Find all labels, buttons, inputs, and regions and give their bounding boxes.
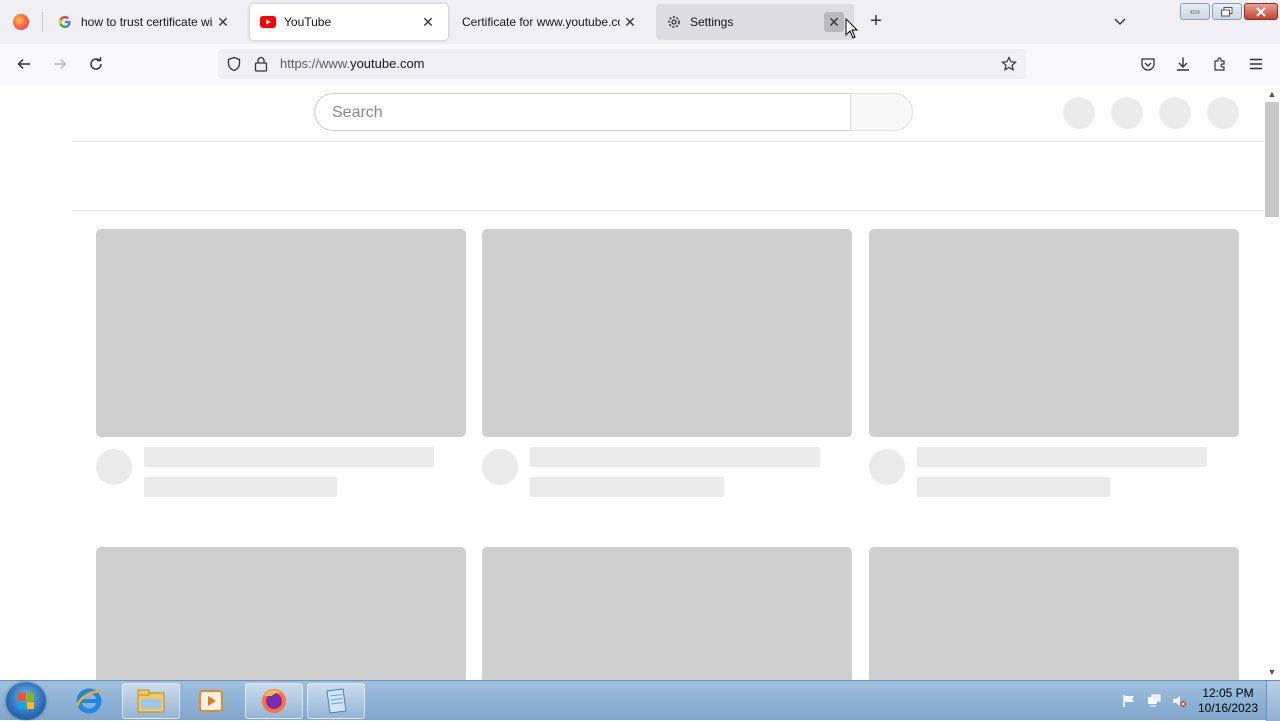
chips-divider (72, 210, 1264, 211)
tracking-protection-shield-icon[interactable] (226, 56, 242, 77)
windows-logo-icon (18, 693, 34, 709)
video-title-skeleton (144, 447, 434, 467)
header-divider (72, 141, 1264, 142)
header-icon-placeholder[interactable] (1063, 97, 1095, 129)
video-meta-skeleton (917, 477, 1110, 497)
google-g-icon (57, 14, 73, 30)
downloads-button[interactable] (1171, 52, 1195, 76)
navigation-toolbar: https://www.youtube.com (0, 44, 1280, 86)
taskbar-firefox[interactable] (245, 683, 303, 719)
reload-icon (90, 57, 102, 70)
url-text[interactable]: https://www.youtube.com (280, 56, 425, 71)
scroll-up-arrow-icon[interactable]: ▲ (1264, 86, 1280, 102)
gear-icon (666, 14, 682, 30)
channel-avatar-skeleton (482, 449, 518, 485)
url-scheme: https://www. (280, 56, 351, 71)
taskbar-notepad[interactable] (307, 683, 365, 719)
show-desktop-button[interactable] (1266, 681, 1280, 721)
video-thumbnail-skeleton[interactable] (482, 547, 852, 680)
close-icon (1256, 6, 1266, 17)
tab-strip: how to trust certificate windows 7 ✕ You… (0, 0, 1280, 44)
network-icon[interactable] (1147, 694, 1161, 708)
tab-settings[interactable]: Settings ✕ (656, 4, 854, 40)
chevron-down-icon (1114, 18, 1126, 25)
video-title-skeleton (917, 447, 1207, 467)
tab-certificate[interactable]: Certificate for www.youtube.com ✕ (452, 4, 650, 40)
forward-button[interactable] (48, 52, 72, 76)
close-tab-icon[interactable]: ✕ (418, 12, 438, 32)
taskbar-internet-explorer[interactable] (60, 683, 118, 719)
restore-icon (1221, 6, 1233, 16)
pocket-button[interactable] (1136, 52, 1160, 76)
scrollbar-thumb[interactable] (1265, 102, 1279, 217)
media-player-icon (199, 690, 223, 712)
close-tab-icon[interactable]: ✕ (620, 12, 640, 32)
header-icon-placeholder[interactable] (1111, 97, 1143, 129)
window-close-button[interactable] (1244, 3, 1278, 20)
video-meta-skeleton (530, 477, 724, 497)
video-meta-skeleton (144, 477, 337, 497)
firefox-icon (262, 689, 286, 713)
video-thumbnail-skeleton[interactable] (482, 229, 852, 437)
firefox-view-button[interactable] (0, 0, 42, 44)
video-title-skeleton (530, 447, 820, 467)
tab-title: Settings (690, 15, 734, 29)
video-thumbnail-skeleton[interactable] (869, 229, 1239, 437)
tab-google-search[interactable]: how to trust certificate windows 7 ✕ (47, 4, 243, 40)
restore-button[interactable] (1212, 3, 1242, 20)
reload-button[interactable] (84, 52, 108, 76)
action-center-flag-icon[interactable] (1122, 694, 1136, 708)
channel-avatar-skeleton (96, 449, 132, 485)
hamburger-menu-icon (1250, 58, 1262, 70)
tab-separator (42, 12, 43, 32)
taskbar-media-player[interactable] (182, 683, 240, 719)
youtube-search-box[interactable] (314, 93, 850, 131)
internet-explorer-icon (75, 688, 102, 714)
close-tab-icon[interactable]: ✕ (824, 12, 844, 32)
avatar-placeholder[interactable] (1207, 97, 1239, 129)
new-tab-button[interactable]: + (866, 11, 886, 32)
clock-date: 10/16/2023 (1197, 701, 1259, 715)
taskbar-windows-explorer[interactable] (122, 683, 180, 719)
minimize-icon (1190, 10, 1200, 13)
scroll-down-arrow-icon[interactable]: ▼ (1264, 664, 1280, 680)
mouse-cursor-icon (845, 18, 859, 39)
video-thumbnail-skeleton[interactable] (96, 547, 466, 680)
minimize-button[interactable] (1180, 3, 1210, 20)
search-button[interactable] (850, 93, 913, 131)
search-input[interactable] (330, 103, 814, 123)
folder-icon (137, 689, 165, 713)
tab-youtube[interactable]: YouTube ✕ (250, 4, 448, 40)
firefox-icon (13, 14, 29, 30)
tab-title: Certificate for www.youtube.com (462, 15, 620, 29)
start-button[interactable] (6, 682, 46, 720)
taskbar: 12:05 PM 10/16/2023 (0, 680, 1280, 721)
bookmark-star-icon[interactable] (1001, 56, 1017, 77)
tab-title: YouTube (284, 15, 332, 29)
extensions-button[interactable] (1208, 52, 1232, 76)
forward-arrow-icon (54, 58, 67, 70)
download-icon (1177, 57, 1189, 71)
volume-muted-icon[interactable] (1172, 694, 1186, 708)
clock-time: 12:05 PM (1202, 686, 1254, 700)
youtube-page (0, 85, 1264, 680)
app-menu-button[interactable] (1244, 52, 1268, 76)
pocket-icon (1141, 58, 1155, 71)
video-thumbnail-skeleton[interactable] (96, 229, 466, 437)
video-thumbnail-skeleton[interactable] (869, 547, 1239, 680)
youtube-icon (260, 14, 276, 30)
channel-avatar-skeleton (869, 449, 905, 485)
close-tab-icon[interactable]: ✕ (213, 12, 233, 32)
tab-title: how to trust certificate windows 7 (81, 15, 213, 29)
lock-icon[interactable] (254, 56, 268, 77)
url-bar[interactable]: https://www.youtube.com (218, 49, 1026, 79)
back-button[interactable] (12, 52, 36, 76)
notepad-icon (326, 688, 347, 714)
system-clock[interactable]: 12:05 PM 10/16/2023 (1196, 686, 1260, 716)
list-all-tabs-button[interactable] (1110, 12, 1130, 32)
header-icon-placeholder[interactable] (1159, 97, 1191, 129)
url-host: youtube.com (350, 56, 425, 71)
puzzle-piece-icon (1214, 57, 1225, 71)
back-arrow-icon (17, 58, 30, 70)
